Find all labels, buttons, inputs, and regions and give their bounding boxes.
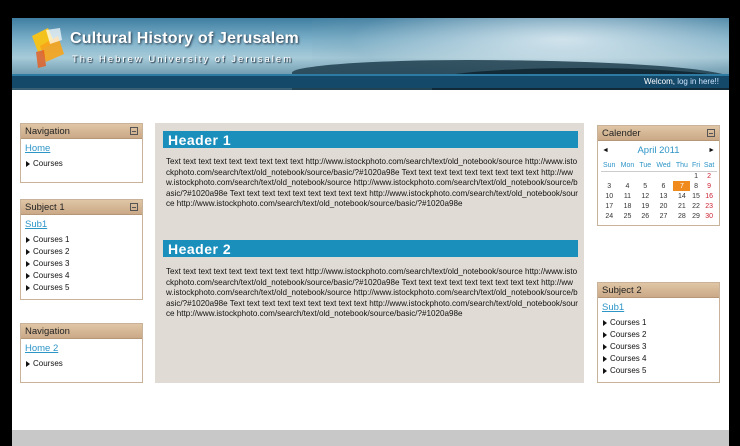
prev-month-icon[interactable]: ◄	[602, 147, 609, 154]
section-heading-2: Header 2	[163, 240, 578, 257]
weekday-header: Fri	[690, 161, 702, 172]
subject-2-box: Subject 2 Sub1 Courses 1 Courses 2 Cours…	[597, 282, 720, 383]
footer-bar	[12, 430, 729, 446]
calendar-grid: Sun Mon Tue Wed Thu Fri Sat 1 2 3 4 5 6 7 8 9 10 11 12 13 1…	[600, 161, 717, 221]
calendar-day[interactable]: 22	[690, 201, 701, 211]
site-title: Cultural History of Jerusalem	[70, 30, 299, 47]
calendar-day[interactable]: 17	[601, 201, 618, 211]
subject-1-box-header: Subject 1	[21, 200, 142, 215]
calendar-day[interactable]: 13	[654, 191, 674, 201]
calendar-empty-cell	[618, 171, 637, 181]
box-title: Subject 1	[25, 202, 65, 213]
box-title: Navigation	[25, 126, 70, 137]
calendar-day[interactable]: 7	[673, 181, 691, 191]
box-title: Subject 2	[602, 285, 642, 296]
list-item[interactable]: Courses 2	[25, 246, 138, 258]
section-body-1: Text text text text text text text text …	[166, 157, 578, 209]
calendar-day[interactable]: 3	[601, 181, 618, 191]
nav-item-courses[interactable]: Courses	[25, 158, 138, 170]
navigation-box: Navigation Home Courses	[20, 123, 143, 183]
list-item[interactable]: Courses 5	[602, 365, 715, 377]
home-link[interactable]: Home	[25, 143, 138, 154]
weekday-header: Sat	[701, 161, 717, 172]
navigation-box-header: Navigation	[21, 124, 142, 139]
calendar-day[interactable]: 2	[702, 171, 717, 181]
list-item[interactable]: Courses 4	[25, 270, 138, 282]
calendar-day[interactable]: 29	[690, 211, 701, 221]
calendar-empty-cell	[673, 171, 690, 181]
calendar-box-header: Calender	[598, 126, 719, 141]
site-banner: Cultural History of Jerusalem The Hebrew…	[12, 18, 729, 90]
university-logo	[32, 28, 64, 68]
calendar-day[interactable]: 16	[702, 191, 717, 201]
calendar-day[interactable]: 6	[654, 181, 674, 191]
list-item[interactable]: Courses 1	[25, 234, 138, 246]
minimize-icon[interactable]	[130, 127, 138, 135]
calendar-day[interactable]: 5	[637, 181, 654, 191]
calendar-day[interactable]: 12	[637, 191, 654, 201]
weekday-header: Mon	[617, 161, 637, 172]
navigation-box-2: Navigation Home 2 Courses	[20, 323, 143, 383]
calendar-day[interactable]: 25	[618, 211, 637, 221]
home-2-link[interactable]: Home 2	[25, 343, 138, 354]
list-item[interactable]: Courses 1	[602, 317, 715, 329]
calendar-day[interactable]: 1	[690, 171, 701, 181]
calendar-day[interactable]: 28	[673, 211, 690, 221]
calendar-day[interactable]: 24	[601, 211, 618, 221]
sub1-link[interactable]: Sub1	[25, 219, 138, 230]
login-link[interactable]: log in here!!	[677, 77, 719, 86]
nav-item-courses[interactable]: Courses	[25, 358, 138, 370]
calendar-day[interactable]: 18	[618, 201, 637, 211]
page-frame: Cultural History of Jerusalem The Hebrew…	[12, 18, 729, 446]
subject-2-box-header: Subject 2	[598, 283, 719, 298]
list-item[interactable]: Courses 3	[602, 341, 715, 353]
minimize-icon[interactable]	[130, 203, 138, 211]
sub1-link[interactable]: Sub1	[602, 302, 715, 313]
weekday-header: Sun	[600, 161, 618, 172]
navigation-box-2-header: Navigation	[21, 324, 142, 339]
calendar-day[interactable]: 27	[654, 211, 674, 221]
section-body-2: Text text text text text text text text …	[166, 267, 578, 319]
box-title: Navigation	[25, 326, 70, 337]
calendar-day[interactable]: 4	[618, 181, 637, 191]
calendar-day[interactable]: 14	[673, 191, 690, 201]
calendar-day[interactable]: 8	[690, 181, 701, 191]
calendar-day[interactable]: 9	[702, 181, 717, 191]
calendar-day[interactable]: 21	[673, 201, 690, 211]
calendar-day[interactable]: 19	[637, 201, 654, 211]
weekday-header: Tue	[636, 161, 654, 172]
welcome-message: Welcom, log in here!!	[644, 77, 719, 86]
calendar-empty-cell	[601, 171, 618, 181]
user-bar: Welcom, log in here!!	[12, 74, 729, 88]
list-item[interactable]: Courses 2	[602, 329, 715, 341]
calendar-day[interactable]: 30	[702, 211, 717, 221]
main-content: Header 1 Text text text text text text t…	[155, 123, 584, 383]
minimize-icon[interactable]	[707, 129, 715, 137]
calendar-empty-cell	[654, 171, 674, 181]
list-item[interactable]: Courses 5	[25, 282, 138, 294]
calendar-day[interactable]: 10	[601, 191, 618, 201]
calendar-day[interactable]: 11	[618, 191, 637, 201]
subject-1-box: Subject 1 Sub1 Courses 1 Courses 2 Cours…	[20, 199, 143, 300]
list-item[interactable]: Courses 4	[602, 353, 715, 365]
calendar-day[interactable]: 20	[654, 201, 674, 211]
calendar-month: April 2011	[637, 145, 680, 156]
weekday-header: Thu	[673, 161, 691, 172]
calendar-box: Calender ◄ April 2011 ► Sun Mon Tue Wed Thu F…	[597, 125, 720, 226]
section-heading-1: Header 1	[163, 131, 578, 148]
calendar-nav: ◄ April 2011 ►	[598, 145, 719, 159]
list-item[interactable]: Courses 3	[25, 258, 138, 270]
weekday-header: Wed	[653, 161, 674, 172]
next-month-icon[interactable]: ►	[708, 147, 715, 154]
box-title: Calender	[602, 128, 641, 139]
calendar-day[interactable]: 26	[637, 211, 654, 221]
calendar-day[interactable]: 15	[690, 191, 701, 201]
calendar-empty-cell	[637, 171, 654, 181]
welcome-text: Welcom,	[643, 77, 675, 86]
calendar-day[interactable]: 23	[702, 201, 717, 211]
site-subtitle: The Hebrew University of Jerusalem	[72, 54, 294, 65]
